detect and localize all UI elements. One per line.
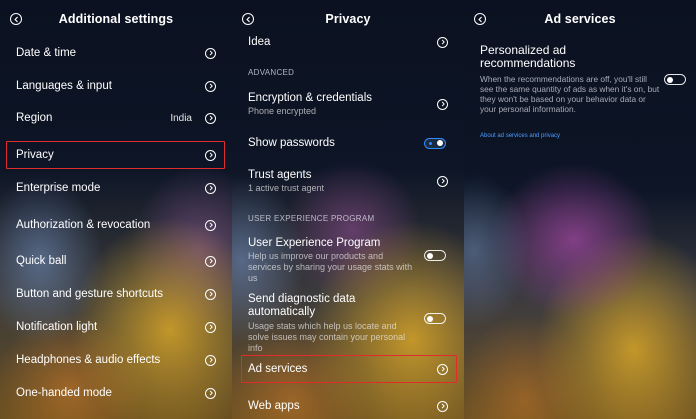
chevron-left-icon: [477, 16, 482, 22]
chevron-right-icon: [205, 47, 216, 59]
settings-item-subtitle: Usage stats which help us locate and sol…: [248, 321, 406, 353]
settings-item-label: User Experience Program: [248, 237, 381, 249]
privacy-item-uep[interactable]: User Experience Program Help us improve …: [232, 237, 464, 283]
settings-item-enterprise[interactable]: Enterprise mode: [0, 179, 232, 197]
page-title: Additional settings: [58, 12, 174, 26]
region-value: India: [170, 112, 192, 124]
settings-item-one-handed[interactable]: One-handed mode: [0, 384, 232, 402]
chevron-right-icon: [205, 321, 216, 333]
settings-item-subtitle: Phone encrypted: [248, 105, 317, 116]
settings-item-label: Region: [16, 112, 53, 124]
settings-item-label: Encryption & credentials: [248, 91, 373, 104]
chevron-right-icon: [205, 219, 216, 231]
settings-item-privacy[interactable]: Privacy: [0, 146, 232, 164]
privacy-item-diagnostic[interactable]: Send diagnostic data automatically Usage…: [232, 293, 464, 353]
settings-item-label: Enterprise mode: [16, 182, 101, 194]
chevron-right-icon: [205, 354, 216, 366]
chevron-left-icon: [13, 16, 18, 22]
settings-item-label: Privacy: [16, 149, 54, 161]
chevron-left-icon: [245, 16, 250, 22]
chevron-right-icon: [205, 112, 216, 124]
settings-item-label: Send diagnostic data automatically: [248, 293, 356, 318]
back-button[interactable]: [474, 13, 486, 25]
back-button[interactable]: [242, 13, 254, 25]
settings-item-authorization[interactable]: Authorization & revocation: [0, 216, 232, 234]
header: Ad services: [464, 0, 696, 38]
settings-item-label: One-handed mode: [16, 387, 112, 399]
diagnostic-toggle[interactable]: [424, 313, 446, 324]
settings-item-label: Quick ball: [16, 255, 67, 267]
settings-item-region[interactable]: Region India: [0, 109, 232, 127]
settings-item-headphones[interactable]: Headphones & audio effects: [0, 351, 232, 369]
back-button[interactable]: [10, 13, 22, 25]
chevron-right-icon: [437, 98, 448, 110]
chevron-right-icon: [437, 363, 448, 375]
settings-item-subtitle: Help us improve our products and service…: [248, 251, 413, 283]
settings-item-label: Date & time: [16, 47, 77, 59]
settings-item-label: Headphones & audio effects: [16, 354, 161, 366]
settings-item-label: Trust agents: [248, 168, 312, 181]
settings-item-languages[interactable]: Languages & input: [0, 77, 232, 95]
privacy-screen: Privacy Idea ADVANCED Encryption & crede…: [232, 0, 464, 419]
settings-item-label: Ad services: [248, 363, 308, 375]
uep-toggle[interactable]: [424, 250, 446, 261]
personalized-ads-title: Personalized ad recommendations: [480, 43, 576, 70]
settings-item-date-time[interactable]: Date & time: [0, 44, 232, 62]
chevron-right-icon: [437, 175, 448, 187]
page-title: Ad services: [544, 12, 616, 26]
privacy-item-ad-services[interactable]: Ad services: [232, 360, 464, 378]
section-header-advanced: ADVANCED: [248, 68, 295, 77]
section-header-uep: USER EXPERIENCE PROGRAM: [248, 214, 375, 223]
settings-item-label: Button and gesture shortcuts: [16, 288, 164, 300]
chevron-right-icon: [205, 255, 216, 267]
chevron-right-icon: [205, 80, 216, 92]
additional-settings-screen: Additional settings Date & time Language…: [0, 0, 232, 419]
chevron-right-icon: [437, 36, 448, 48]
privacy-item-trust-agents[interactable]: Trust agents 1 active trust agent: [232, 167, 464, 195]
chevron-right-icon: [437, 400, 448, 412]
ad-services-screen: Ad services Personalized ad recommendati…: [464, 0, 696, 419]
page-title: Privacy: [325, 12, 371, 26]
settings-item-label: Web apps: [248, 400, 300, 412]
chevron-right-icon: [205, 182, 216, 194]
settings-item-label: Authorization & revocation: [16, 219, 151, 231]
show-passwords-toggle[interactable]: [424, 137, 446, 149]
privacy-item-encryption[interactable]: Encryption & credentials Phone encrypted: [232, 90, 464, 118]
settings-item-notification-light[interactable]: Notification light: [0, 318, 232, 336]
chevron-right-icon: [205, 387, 216, 399]
settings-item-label: Idea: [248, 36, 271, 48]
about-ad-services-link[interactable]: About ad services and privacy: [480, 133, 560, 139]
privacy-item-web-apps[interactable]: Web apps: [232, 397, 464, 415]
settings-item-quick-ball[interactable]: Quick ball: [0, 252, 232, 270]
personalized-ads-toggle[interactable]: [664, 74, 686, 85]
settings-item-subtitle: 1 active trust agent: [248, 182, 325, 193]
chevron-right-icon: [205, 288, 216, 300]
chevron-right-icon: [205, 149, 216, 161]
privacy-item-show-passwords[interactable]: Show passwords: [232, 134, 464, 152]
settings-item-label: Languages & input: [16, 80, 112, 92]
settings-item-label: Notification light: [16, 321, 98, 333]
settings-item-gesture-shortcuts[interactable]: Button and gesture shortcuts: [0, 285, 232, 303]
settings-item-label: Show passwords: [248, 137, 335, 149]
screenshot-composite: Additional settings Date & time Language…: [0, 0, 696, 419]
header: Additional settings: [0, 0, 232, 38]
personalized-ads-description: When the recommendations are off, you'll…: [480, 74, 660, 114]
privacy-item-idea[interactable]: Idea: [232, 33, 464, 51]
